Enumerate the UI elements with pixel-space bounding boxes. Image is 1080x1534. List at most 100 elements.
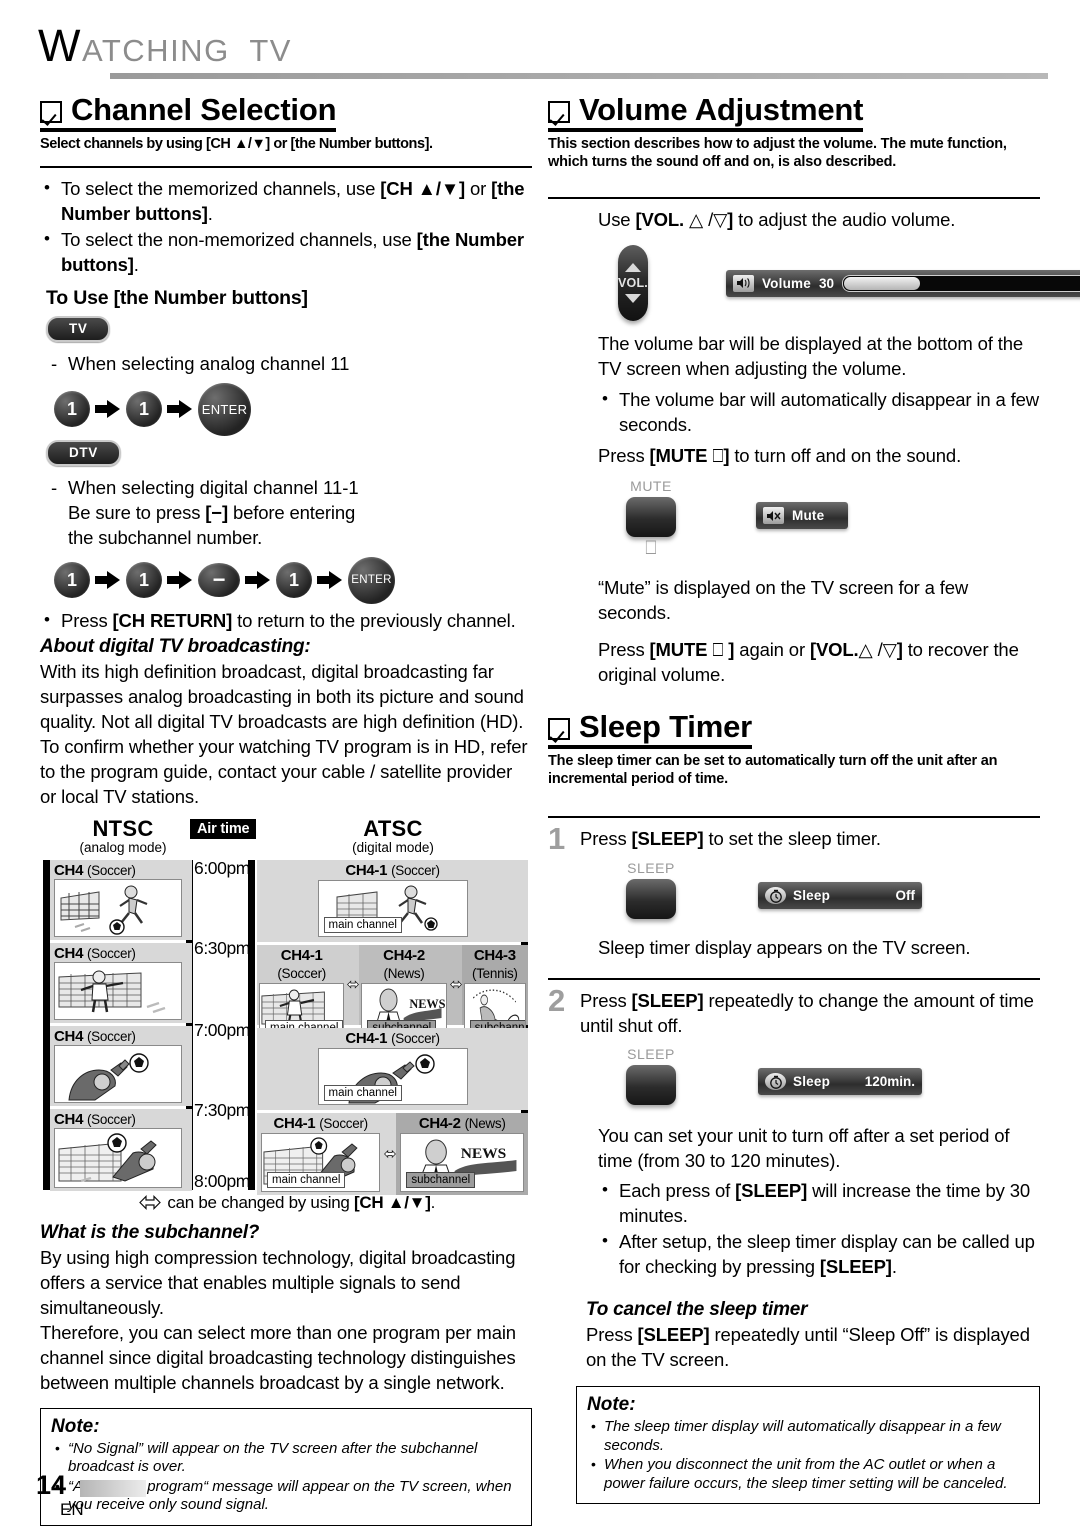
note-box-right: Note: The sleep timer display will autom… (576, 1386, 1040, 1504)
sleep-button-wrap: SLEEP (626, 860, 676, 919)
note-box-left: Note: “No Signal” will appear on the TV … (40, 1407, 532, 1526)
ntsc-title: NTSC (92, 815, 154, 841)
right-column: Volume Adjustment This section describes… (548, 92, 1080, 1504)
dtv-instruction-line1: When selecting digital channel 11-1 (46, 475, 532, 500)
volume-adjustment-title: Volume Adjustment (579, 92, 864, 127)
speaker-icon (732, 274, 754, 292)
goalkeeper-illustration (55, 962, 181, 1019)
list-item: To select the non-memorized channels, us… (40, 226, 532, 277)
atsc-cell: CH4-2 (News) NEWS subc (359, 944, 450, 1040)
to-use-number-buttons-heading: To Use [the Number buttons] (46, 286, 308, 309)
enter-key[interactable]: ENTER (348, 556, 395, 604)
sleep-osd-label: Sleep (793, 1074, 831, 1089)
ntsc-cell-header: CH4 (Soccer) (54, 1027, 136, 1045)
sleep-timer-subtitle: The sleep timer can be set to automatica… (548, 753, 998, 787)
number-key-1[interactable]: 1 (126, 391, 162, 427)
page-footer: 14 EN (36, 1470, 146, 1520)
sleep-osd-off: Sleep Off (758, 882, 922, 909)
channel-tag: main channel (267, 1171, 346, 1188)
sleep-button-wrap: SLEEP (626, 1046, 676, 1105)
step-number: 1 (548, 821, 566, 856)
number-key-1[interactable]: 1 (54, 391, 90, 427)
atsc-row: CH4-1 (Soccer) (257, 859, 528, 942)
page-number: 14 (36, 1470, 67, 1500)
note-item: When you disconnect the unit from the AC… (587, 1455, 1029, 1493)
time-label: 6:00pm (194, 857, 250, 878)
mute-button-label: MUTE (630, 478, 672, 494)
sleep-osd-value: 120min. (864, 1074, 915, 1089)
page-header: WATCHING TV (38, 23, 1048, 79)
channel-tag: main channel (323, 1084, 402, 1101)
mute-icon (763, 507, 784, 524)
enter-key[interactable]: ENTER (198, 382, 251, 436)
ntsc-subtitle: (analog mode) (79, 839, 167, 855)
channel-selection-title: Channel Selection (71, 92, 337, 127)
tv-key-sequence: 1 1 ENTER (54, 382, 532, 436)
program-thumbnail: main channel (261, 1132, 381, 1192)
note-title: Note: (51, 1415, 100, 1437)
divider (40, 165, 532, 168)
svg-text:NEWS: NEWS (410, 996, 446, 1010)
volume-adjustment-heading: Volume Adjustment (548, 92, 863, 132)
swap-arrow-wrap (384, 1112, 397, 1195)
vol-rocker-button[interactable]: VOL. (618, 245, 648, 321)
arrow-right-icon (245, 571, 271, 589)
sleep-step-1: 1 Press [SLEEP] to set the sleep timer. (548, 821, 1040, 856)
volume-use-line: Use [VOL. △ /▽] to adjust the audio volu… (598, 209, 956, 230)
atsc-cell-header: CH4-2 (News) (418, 1114, 506, 1132)
step-text: Press [SLEEP] repeatedly to change the a… (580, 990, 1034, 1036)
channel-tag: main channel (323, 916, 402, 933)
minus-key[interactable]: − (198, 563, 240, 597)
subchannel-heading: What is the subchannel? (40, 1221, 260, 1243)
air-time-label: Air time (190, 818, 257, 839)
program-thumbnail (54, 1044, 182, 1103)
left-column: Channel Selection Select channels by usi… (40, 92, 532, 1526)
sleep-body: You can set your unit to turn off after … (598, 1125, 1010, 1171)
number-key-1[interactable]: 1 (54, 562, 90, 598)
ntsc-cell-header: CH4 (Soccer) (54, 944, 136, 962)
atsc-row: CH4-1 (Soccer) (257, 1027, 528, 1110)
sleep-bullets: Each press of [SLEEP] will increase the … (598, 1177, 1040, 1279)
note-item: The sleep timer display will automatical… (587, 1417, 1029, 1455)
mute-button[interactable] (626, 497, 676, 537)
cancel-sleep-body: Press [SLEEP] repeatedly until “Sleep Of… (586, 1324, 1030, 1370)
airtime-column: 6:00pm 6:30pm 7:00pm 7:30pm 8:00pm (192, 857, 250, 1191)
list-item: Each press of [SLEEP] will increase the … (598, 1177, 1040, 1228)
ntsc-cell-header: CH4 (Soccer) (54, 1110, 136, 1128)
channel-selection-heading: Channel Selection (40, 92, 337, 132)
dtv-key-sequence: 1 1 − 1 ENTER (54, 556, 532, 604)
step-text: Press [SLEEP] to set the sleep timer. (580, 828, 881, 849)
volume-controls-row: VOL. Volume 30 (618, 245, 1080, 321)
tv-mode-badge: TV (46, 315, 111, 342)
mute-osd-label: Mute (792, 508, 825, 523)
sleep-button[interactable] (626, 879, 676, 919)
divider (548, 978, 1040, 980)
sleep-button[interactable] (626, 1065, 676, 1105)
header-divider (110, 73, 1048, 79)
list-item: After setup, the sleep timer display can… (598, 1228, 1040, 1279)
broadcast-comparison-diagram: NTSC (analog mode) Air time ATSC (digita… (40, 815, 532, 1213)
clock-icon (765, 1073, 786, 1090)
atsc-title: ATSC (363, 815, 423, 841)
svg-text:NEWS: NEWS (461, 1145, 507, 1162)
note-list: The sleep timer display will automatical… (587, 1417, 1029, 1493)
channel-selection-subtitle: Select channels by using [CH ▲/▼] or [th… (40, 136, 433, 152)
about-digital-body: With its high definition broadcast, digi… (40, 660, 528, 807)
number-key-1[interactable]: 1 (126, 562, 162, 598)
mute-controls-row: MUTE ⎕ Mute (626, 478, 1040, 559)
page-header-title: WATCHING TV (38, 23, 1048, 71)
volume-osd-label: Volume (761, 275, 811, 291)
channel-selection-bullets: To select the memorized channels, use [C… (40, 175, 532, 277)
volume-adjustment-subtitle: This section describes how to adjust the… (548, 136, 1007, 170)
checkbox-icon (548, 718, 570, 740)
diagram-grid: 6:00pm 6:30pm 7:00pm 7:30pm 8:00pm CH4 (… (40, 857, 532, 1195)
number-key-1[interactable]: 1 (276, 562, 312, 598)
clock-icon (765, 887, 786, 904)
sleep-step-2: 2 Press [SLEEP] repeatedly to change the… (548, 985, 1040, 1038)
list-item: Press [CH RETURN] to return to the previ… (40, 607, 532, 633)
page-header-title-rest: ATCHING TV (81, 33, 292, 68)
atsc-cell-header: CH4-1 (Soccer) (345, 1029, 440, 1047)
ntsc-cell: CH4 (Soccer) (50, 859, 192, 940)
sleep-button-label: SLEEP (627, 1046, 675, 1062)
soccer-player-illustration (55, 879, 181, 936)
